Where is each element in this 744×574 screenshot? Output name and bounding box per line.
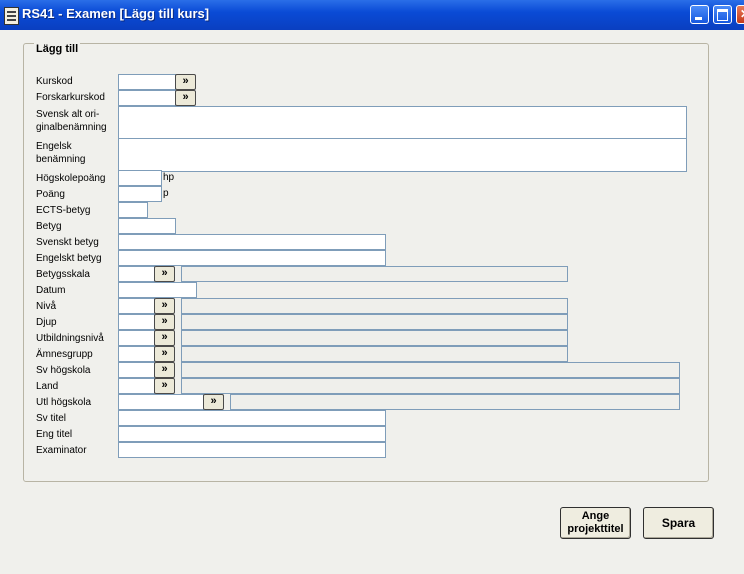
- betygsskala-label: Betygsskala: [36, 269, 90, 280]
- sv-hogskola-input[interactable]: [118, 362, 155, 378]
- close-button[interactable]: [736, 5, 744, 24]
- eng-titel-input[interactable]: [118, 426, 386, 442]
- niva-input[interactable]: [118, 298, 155, 314]
- examinator-input[interactable]: [118, 442, 386, 458]
- svenskt-betyg-label: Svenskt betyg: [36, 237, 99, 248]
- sv-titel-label: Sv titel: [36, 413, 67, 424]
- djup-description: [181, 314, 568, 330]
- betygsskala-lookup-button[interactable]: »: [154, 266, 175, 282]
- engelsk-benamning-textarea[interactable]: [118, 138, 687, 172]
- group-legend: Lägg till: [34, 43, 81, 55]
- sv-hogskola-label: Sv högskola: [36, 365, 91, 376]
- amnesgrupp-label: Ämnesgrupp: [36, 349, 93, 360]
- eng-titel-label: Eng titel: [36, 429, 73, 440]
- app-icon: [4, 7, 19, 25]
- utbildningsniva-label: Utbildningsnivå: [36, 333, 104, 344]
- niva-lookup-button[interactable]: »: [154, 298, 175, 314]
- engelskt-betyg-input[interactable]: [118, 250, 386, 266]
- utbildningsniva-input[interactable]: [118, 330, 155, 346]
- ange-projekttitel-label: Ange projekttitel: [567, 510, 624, 535]
- minimize-button[interactable]: [690, 5, 709, 24]
- engelskt-betyg-label: Engelskt betyg: [36, 253, 102, 264]
- kurskod-input[interactable]: [118, 74, 176, 90]
- betygsskala-input[interactable]: [118, 266, 155, 282]
- utl-hogskola-lookup-button[interactable]: »: [203, 394, 224, 410]
- betyg-label: Betyg: [36, 221, 62, 232]
- utl-hogskola-label: Utl högskola: [36, 397, 92, 408]
- sv-hogskola-description: [181, 362, 680, 378]
- svenskt-betyg-input[interactable]: [118, 234, 386, 250]
- poang-label: Poäng: [36, 189, 65, 200]
- title-bar: RS41 - Examen [Lägg till kurs]: [0, 0, 744, 30]
- hogskolepoang-label: Högskolepoäng: [36, 173, 106, 184]
- examinator-label: Examinator: [36, 445, 87, 456]
- amnesgrupp-lookup-button[interactable]: »: [154, 346, 175, 362]
- niva-description: [181, 298, 568, 314]
- forskarkurskod-label: Forskarkurskod: [36, 92, 105, 103]
- djup-lookup-button[interactable]: »: [154, 314, 175, 330]
- amnesgrupp-description: [181, 346, 568, 362]
- land-input[interactable]: [118, 378, 155, 394]
- maximize-button[interactable]: [713, 5, 732, 24]
- ects-label: ECTS-betyg: [36, 205, 91, 216]
- utbildningsniva-lookup-button[interactable]: »: [154, 330, 175, 346]
- sv-hogskola-lookup-button[interactable]: »: [154, 362, 175, 378]
- datum-input[interactable]: [118, 282, 197, 298]
- hogskolepoang-input[interactable]: [118, 170, 162, 186]
- djup-label: Djup: [36, 317, 57, 328]
- amnesgrupp-input[interactable]: [118, 346, 155, 362]
- datum-label: Datum: [36, 285, 66, 296]
- p-unit-label: p: [163, 188, 169, 199]
- window-title: RS41 - Examen [Lägg till kurs]: [22, 6, 210, 21]
- svensk-benamning-label-1: Svensk alt ori-: [36, 109, 100, 120]
- land-description: [181, 378, 680, 394]
- forskarkurskod-input[interactable]: [118, 90, 176, 106]
- land-label: Land: [36, 381, 59, 392]
- svensk-benamning-textarea[interactable]: [118, 106, 687, 139]
- poang-input[interactable]: [118, 186, 162, 202]
- engelsk-benamning-label-1: Engelsk: [36, 141, 72, 152]
- utl-hogskola-input[interactable]: [118, 394, 204, 410]
- spara-button[interactable]: Spara: [643, 507, 714, 539]
- land-lookup-button[interactable]: »: [154, 378, 175, 394]
- sv-titel-input[interactable]: [118, 410, 386, 426]
- ects-input[interactable]: [118, 202, 148, 218]
- niva-label: Nivå: [36, 301, 57, 312]
- utbildningsniva-description: [181, 330, 568, 346]
- svensk-benamning-label-2: ginalbenämning: [36, 122, 107, 133]
- utl-hogskola-description: [230, 394, 680, 410]
- hp-unit-label: hp: [163, 172, 175, 183]
- betyg-input[interactable]: [118, 218, 176, 234]
- forskarkurskod-lookup-button[interactable]: »: [175, 90, 196, 106]
- kurskod-lookup-button[interactable]: »: [175, 74, 196, 90]
- engelsk-benamning-label-2: benämning: [36, 154, 86, 165]
- djup-input[interactable]: [118, 314, 155, 330]
- betygsskala-description: [181, 266, 568, 282]
- kurskod-label: Kurskod: [36, 76, 73, 87]
- ange-projekttitel-button[interactable]: Ange projekttitel: [560, 507, 631, 539]
